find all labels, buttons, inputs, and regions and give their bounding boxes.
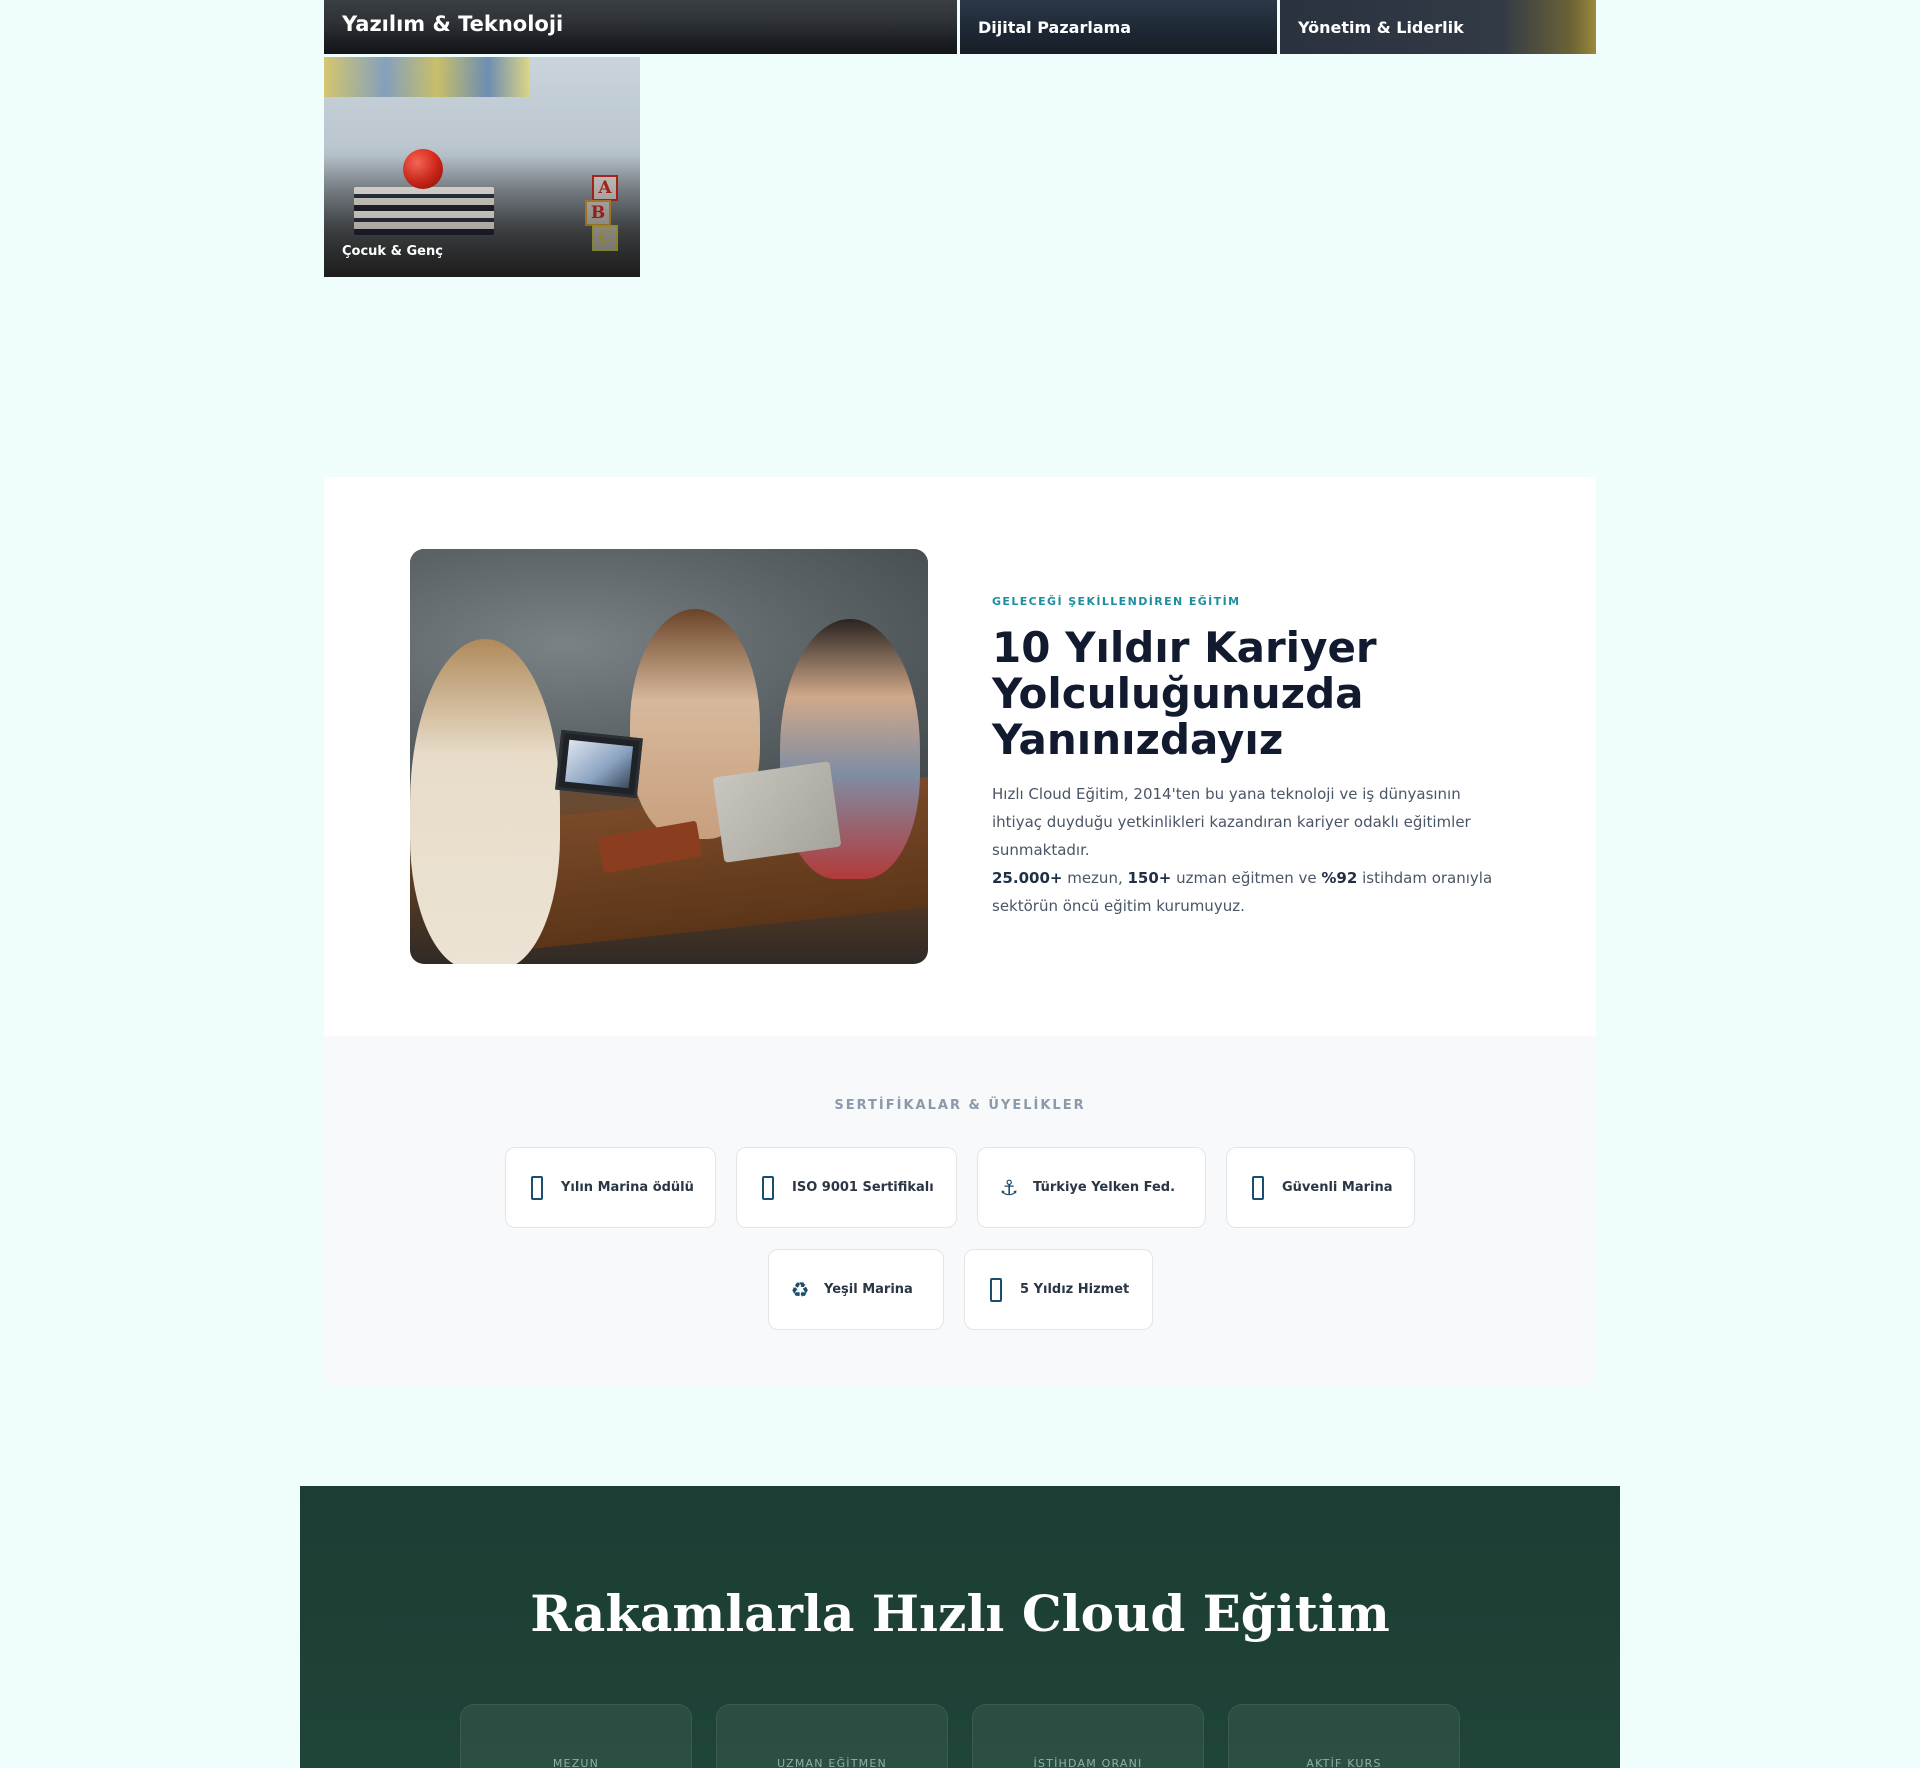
about-photo: [410, 549, 928, 964]
certificate-badge: Güvenli Marina: [1226, 1147, 1415, 1228]
stat-card-courses: AKTİF KURS: [1228, 1704, 1460, 1768]
category-tile-software[interactable]: Yazılım & Teknoloji: [324, 0, 957, 54]
certificate-label: Güvenli Marina: [1282, 1180, 1393, 1195]
shield-icon: [1249, 1175, 1267, 1200]
about-title: 10 Yıldır Kariyer Yolculuğunuzda Yanınız…: [992, 623, 1377, 764]
stat-card-graduates: MEZUN: [460, 1704, 692, 1768]
stat-label: AKTİF KURS: [1306, 1757, 1382, 1768]
anchor-icon: ⚓: [999, 1175, 1019, 1200]
category-label: Yönetim & Liderlik: [1298, 18, 1464, 37]
about-paragraph: Hızlı Cloud Eğitim, 2014'ten bu yana tek…: [992, 785, 1471, 859]
about-text: uzman eğitmen ve: [1171, 869, 1322, 887]
certificate-badge: ISO 9001 Sertifikalı: [736, 1147, 957, 1228]
category-label: Çocuk & Genç: [342, 244, 443, 259]
category-label: Dijital Pazarlama: [978, 18, 1132, 37]
stats-title: Rakamlarla Hızlı Cloud Eğitim: [530, 1584, 1390, 1643]
stat-label: MEZUN: [552, 1757, 600, 1768]
certificate-badge: 5 Yıldız Hizmet: [964, 1249, 1153, 1330]
tile-image-painting: [324, 57, 529, 97]
award-icon: [528, 1175, 546, 1200]
category-label: Yazılım & Teknoloji: [342, 12, 564, 36]
photo-laptop: [555, 729, 643, 799]
about-section: GELECEĞİ ŞEKİLLENDİREN EĞİTİM 10 Yıldır …: [324, 477, 1596, 1036]
recycle-icon: ♻: [790, 1277, 810, 1302]
category-tile-digital-marketing[interactable]: Dijital Pazarlama: [960, 0, 1277, 54]
stat-graduates: 25.000+: [992, 869, 1063, 887]
stat-trainers: 150+: [1127, 869, 1172, 887]
stat-label: UZMAN EĞİTMEN: [777, 1757, 887, 1768]
stat-label: İSTİHDAM ORANI: [1033, 1757, 1143, 1768]
certificate-badge: ⚓ Türkiye Yelken Fed.: [977, 1147, 1206, 1228]
stat-employment: %92: [1321, 869, 1358, 887]
about-text: mezun,: [1062, 869, 1128, 887]
photo-laptop: [712, 761, 842, 863]
about-eyebrow: GELECEĞİ ŞEKİLLENDİREN EĞİTİM: [992, 595, 1241, 608]
stats-section: Rakamlarla Hızlı Cloud Eğitim MEZUN UZMA…: [300, 1486, 1620, 1768]
star-icon: [987, 1277, 1005, 1302]
certificates-section: SERTİFİKALAR & ÜYELİKLER Yılın Marina öd…: [324, 1036, 1596, 1386]
certificate-label: Yeşil Marina: [824, 1282, 913, 1297]
certificate-label: ISO 9001 Sertifikalı: [792, 1180, 934, 1195]
photo-person: [410, 639, 560, 964]
certificate-label: Türkiye Yelken Fed.: [1033, 1180, 1176, 1195]
certificate-badge: Yılın Marina ödülü: [505, 1147, 716, 1228]
category-tile-management[interactable]: Yönetim & Liderlik: [1280, 0, 1596, 54]
certificate-label: Yılın Marina ödülü: [561, 1180, 694, 1195]
stat-card-employment: İSTİHDAM ORANI: [972, 1704, 1204, 1768]
certificate-badge: ♻ Yeşil Marina: [768, 1249, 944, 1330]
certificate-label: 5 Yıldız Hizmet: [1020, 1282, 1130, 1297]
category-tile-kids[interactable]: A B C Çocuk & Genç: [324, 57, 640, 277]
certificate-icon: [759, 1175, 777, 1200]
certificates-title: SERTİFİKALAR & ÜYELİKLER: [834, 1098, 1086, 1113]
stat-card-trainers: UZMAN EĞİTMEN: [716, 1704, 948, 1768]
about-description: Hızlı Cloud Eğitim, 2014'ten bu yana tek…: [992, 780, 1512, 920]
